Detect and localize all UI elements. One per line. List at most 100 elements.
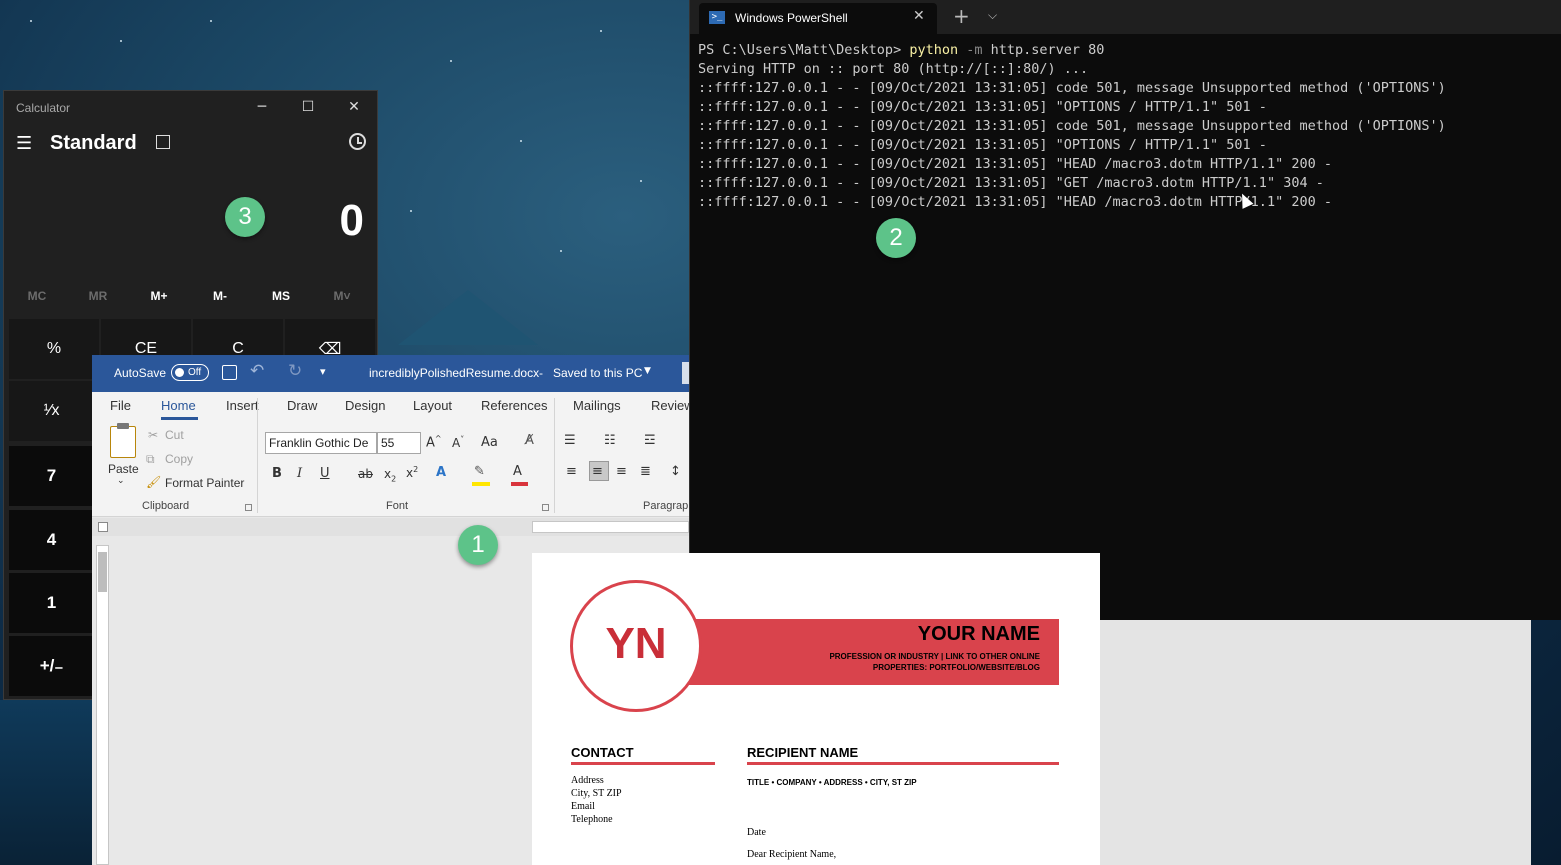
grow-font-icon[interactable]: A^ <box>426 434 442 450</box>
negate-key[interactable]: +/₋ <box>9 636 94 696</box>
undo-icon[interactable]: ↶ <box>250 361 264 381</box>
memory-add-button[interactable]: M+ <box>139 289 179 303</box>
tab-home[interactable]: Home <box>161 398 196 413</box>
line-spacing-icon[interactable]: ↕ <box>670 464 681 479</box>
terminal-tab[interactable]: >_ Windows PowerShell ✕ <box>699 3 937 34</box>
save-status-dropdown-icon[interactable]: ▼ <box>644 366 651 376</box>
redo-icon[interactable]: ↻ <box>288 361 302 381</box>
autosave-toggle[interactable]: Off <box>171 364 209 381</box>
memory-subtract-button[interactable]: M- <box>200 289 240 303</box>
contact-address: Address <box>571 775 604 786</box>
shrink-font-icon[interactable]: A˅ <box>452 435 464 450</box>
recipient-heading: RECIPIENT NAME <box>747 745 859 760</box>
memory-recall-button[interactable]: MR <box>78 289 118 303</box>
clipboard-dialog-launcher-icon[interactable] <box>245 504 252 511</box>
title-separator: - <box>539 366 543 380</box>
powershell-window[interactable]: >_ Windows PowerShell ✕ + ⌵ PS C:\Users\… <box>689 0 1561 620</box>
memory-clear-button[interactable]: MC <box>17 289 57 303</box>
document-title[interactable]: incrediblyPolishedResume.docx <box>369 366 539 380</box>
active-tab-indicator <box>161 417 198 420</box>
memory-store-button[interactable]: MS <box>261 289 301 303</box>
memory-list-button[interactable]: M˅ <box>322 289 362 303</box>
tab-references[interactable]: References <box>481 398 547 413</box>
resume-name: YOUR NAME <box>917 623 1040 645</box>
tab-file[interactable]: File <box>110 398 131 413</box>
font-size-combo[interactable]: 55 <box>377 432 421 454</box>
text-effects-icon[interactable]: A <box>436 465 446 480</box>
autosave-label: AutoSave <box>114 366 167 380</box>
format-painter-icon: 🖌 <box>146 475 162 489</box>
horizontal-ruler[interactable] <box>92 518 689 536</box>
tab-layout[interactable]: Layout <box>413 398 452 413</box>
terminal-command: python <box>909 42 959 58</box>
contact-telephone: Telephone <box>571 814 613 825</box>
four-key[interactable]: 4 <box>9 510 94 570</box>
subscript-icon[interactable]: x2 <box>384 467 396 483</box>
format-painter-button[interactable]: Format Painter <box>165 476 244 490</box>
paste-dropdown-icon[interactable]: ⌄ <box>117 476 125 486</box>
clear-formatting-icon[interactable]: A̸ <box>525 433 534 448</box>
chevron-down-icon[interactable]: ⌵ <box>988 8 997 23</box>
tab-selector-icon[interactable] <box>98 522 108 532</box>
strikethrough-icon[interactable]: ab <box>358 467 373 481</box>
calculator-mode: Standard <box>50 132 137 154</box>
paste-icon[interactable] <box>110 423 136 458</box>
terminal-args: http.server 80 <box>982 42 1105 58</box>
tab-design[interactable]: Design <box>345 398 385 413</box>
close-tab-icon[interactable]: ✕ <box>913 8 925 24</box>
save-icon[interactable] <box>222 365 237 380</box>
highlight-color-bar <box>472 482 490 486</box>
justify-icon[interactable]: ≣ <box>640 464 651 479</box>
highlight-icon[interactable]: ✎ <box>474 464 485 479</box>
bold-icon[interactable]: B <box>272 466 282 481</box>
underline-icon[interactable]: U <box>320 466 330 481</box>
terminal-output-line: ::ffff:127.0.0.1 - - [09/Oct/2021 13:31:… <box>698 175 1324 191</box>
letter-salutation: Dear Recipient Name, <box>747 849 837 860</box>
history-icon[interactable] <box>349 133 366 150</box>
cut-icon: ✂ <box>148 428 159 442</box>
numbering-icon[interactable]: ☷ <box>604 433 616 448</box>
reciprocal-key[interactable]: ¹⁄x <box>9 381 94 441</box>
paste-label[interactable]: Paste <box>108 462 139 476</box>
recipient-details: TITLE • COMPANY • ADDRESS • CITY, ST ZIP <box>747 778 917 787</box>
tab-insert[interactable]: Insert <box>226 398 259 413</box>
clipboard-group-label: Clipboard <box>142 500 190 512</box>
calculator-display: 0 <box>339 196 364 245</box>
save-status[interactable]: Saved to this PC <box>553 366 642 380</box>
ruler-scale <box>532 521 689 533</box>
vertical-ruler[interactable] <box>96 545 109 865</box>
superscript-icon[interactable]: x2 <box>406 465 418 480</box>
multilevel-list-icon[interactable]: ☲ <box>644 433 656 448</box>
tab-review[interactable]: Review <box>651 398 689 413</box>
resume-tagline-2: PROPERTIES: PORTFOLIO/WEBSITE/BLOG <box>872 663 1040 672</box>
group-divider <box>257 398 258 513</box>
change-case-button[interactable]: Aa <box>481 435 498 450</box>
hamburger-menu-icon[interactable]: ☰ <box>16 133 32 154</box>
cut-button[interactable]: Cut <box>165 428 184 442</box>
minimize-button[interactable]: ─ <box>244 95 280 119</box>
copy-button[interactable]: Copy <box>165 452 193 466</box>
terminal-output-line: ::ffff:127.0.0.1 - - [09/Oct/2021 13:31:… <box>698 137 1267 153</box>
one-key[interactable]: 1 <box>9 573 94 633</box>
maximize-button[interactable]: ☐ <box>290 95 326 119</box>
font-dialog-launcher-icon[interactable] <box>542 504 549 511</box>
word-title-bar: AutoSave Off ↶ ↻ ▾ incrediblyPolishedRes… <box>92 355 689 392</box>
italic-icon[interactable]: I <box>297 466 302 481</box>
font-family-combo[interactable]: Franklin Gothic De <box>265 432 377 454</box>
tab-mailings[interactable]: Mailings <box>573 398 621 413</box>
document-page[interactable]: YN YOUR NAME PROFESSION OR INDUSTRY | LI… <box>532 553 1100 865</box>
align-right-icon[interactable]: ≡ <box>616 464 627 479</box>
percent-key[interactable]: % <box>9 319 99 379</box>
keep-on-top-icon[interactable] <box>156 135 170 149</box>
align-center-icon[interactable]: ≡ <box>592 464 603 479</box>
new-tab-icon[interactable]: + <box>953 4 970 28</box>
tab-draw[interactable]: Draw <box>287 398 317 413</box>
font-color-icon[interactable]: A <box>513 464 522 479</box>
search-box-edge[interactable] <box>682 362 689 384</box>
customize-toolbar-icon[interactable]: ▾ <box>320 365 326 378</box>
paragraph-group-label: Paragraph <box>643 500 689 512</box>
close-button[interactable]: ✕ <box>336 95 372 119</box>
seven-key[interactable]: 7 <box>9 446 94 506</box>
bullets-icon[interactable]: ☰ <box>564 433 576 448</box>
align-left-icon[interactable]: ≡ <box>566 464 577 479</box>
